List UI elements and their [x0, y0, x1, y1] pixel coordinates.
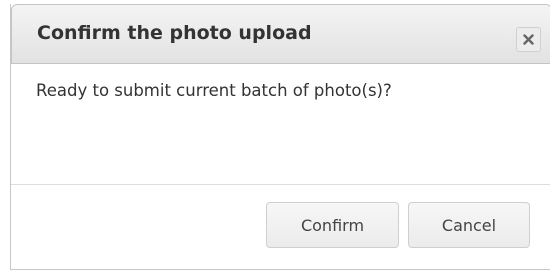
dialog-titlebar[interactable]: Confirm the photo upload	[11, 4, 550, 64]
dialog-content: Ready to submit current batch of photo(s…	[11, 64, 550, 184]
dialog-message: Ready to submit current batch of photo(s…	[36, 81, 392, 100]
close-icon	[523, 34, 534, 45]
confirm-dialog: Confirm the photo upload Ready to submit…	[10, 4, 550, 270]
close-button[interactable]	[516, 27, 541, 52]
cancel-button[interactable]: Cancel	[408, 202, 530, 248]
dialog-title: Confirm the photo upload	[37, 22, 312, 44]
dialog-button-pane: Confirm Cancel	[11, 185, 550, 270]
confirm-button[interactable]: Confirm	[266, 202, 399, 248]
